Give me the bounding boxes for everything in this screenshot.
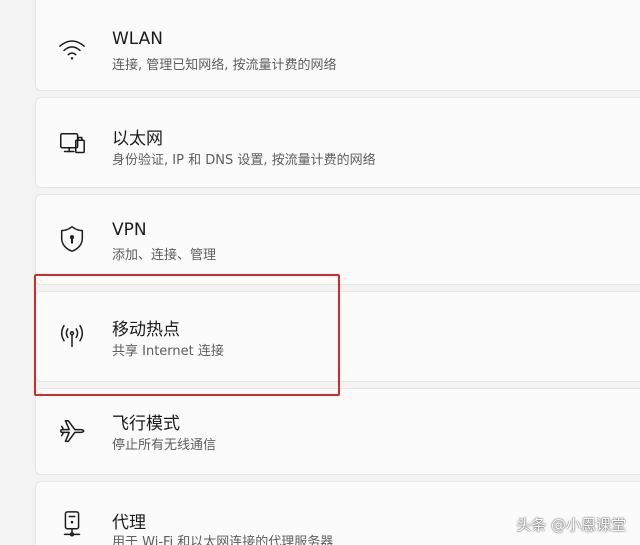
- settings-item-hotspot[interactable]: 移动热点 共享 Internet 连接: [35, 291, 640, 382]
- settings-item-airplane[interactable]: 飞行模式 停止所有无线通信: [35, 388, 640, 475]
- settings-item-vpn[interactable]: VPN 添加、连接、管理: [35, 194, 640, 285]
- settings-item-ethernet[interactable]: 以太网 身份验证, IP 和 DNS 设置, 按流量计费的网络: [35, 97, 640, 188]
- settings-item-subtitle: 共享 Internet 连接: [112, 344, 224, 359]
- network-settings-page: WLAN 连接, 管理已知网络, 按流量计费的网络 以太网 身份验证, IP 和…: [0, 0, 640, 545]
- settings-item-subtitle: 连接, 管理已知网络, 按流量计费的网络: [112, 58, 337, 73]
- wifi-icon: [56, 33, 88, 65]
- hotspot-icon: [56, 320, 88, 352]
- settings-item-title: VPN: [112, 220, 147, 240]
- settings-item-subtitle: 用于 Wi-Fi 和以太网连接的代理服务器: [112, 535, 334, 545]
- settings-item-title: 飞行模式: [112, 414, 180, 434]
- ethernet-icon: [56, 128, 88, 160]
- settings-item-title: 以太网: [112, 129, 163, 149]
- settings-item-proxy[interactable]: 代理 用于 Wi-Fi 和以太网连接的代理服务器: [35, 481, 640, 545]
- proxy-icon: [56, 508, 88, 540]
- settings-item-subtitle: 身份验证, IP 和 DNS 设置, 按流量计费的网络: [112, 153, 376, 168]
- airplane-icon: [56, 415, 88, 447]
- settings-item-title: WLAN: [112, 29, 164, 49]
- watermark: 头条 @小恩课堂: [516, 516, 626, 534]
- settings-item-wlan[interactable]: WLAN 连接, 管理已知网络, 按流量计费的网络: [35, 0, 640, 91]
- settings-item-subtitle: 停止所有无线通信: [112, 438, 217, 453]
- shield-icon: [56, 223, 88, 255]
- settings-item-title: 移动热点: [112, 320, 180, 340]
- settings-item-title: 代理: [112, 513, 146, 533]
- settings-item-subtitle: 添加、连接、管理: [112, 248, 217, 263]
